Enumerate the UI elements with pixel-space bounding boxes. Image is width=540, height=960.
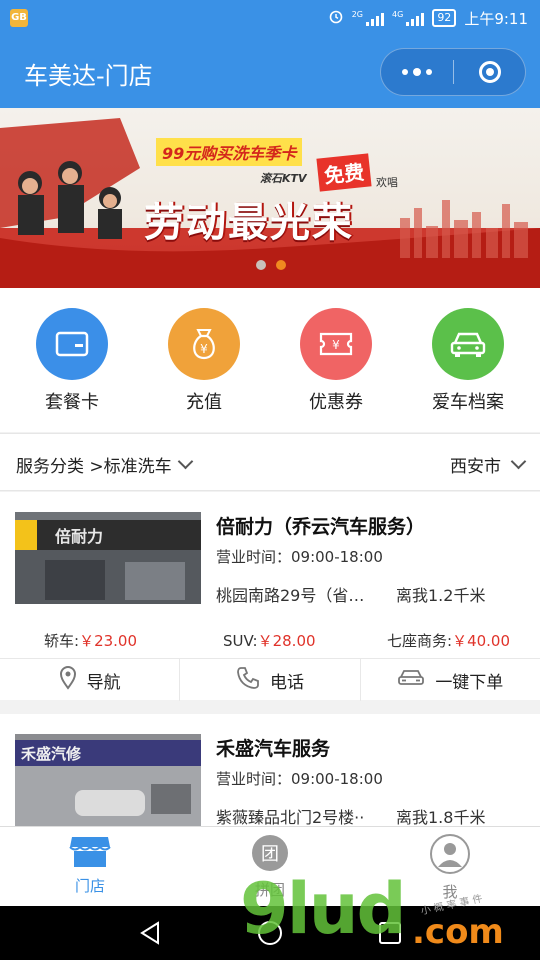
store-name: 倍耐力（乔云汽车服务） [216, 516, 426, 538]
more-dot-icon [402, 69, 408, 75]
banner-ktv-text: 滚石KTV [260, 172, 307, 185]
banner-sing-text: 欢唱 [376, 176, 398, 189]
pagination-dot[interactable] [256, 260, 266, 270]
storefront-icon [69, 837, 111, 873]
promo-banner[interactable]: 99元购买洗车季卡 滚石KTV 免费 欢唱 劳动最光荣 [0, 108, 540, 288]
quick-action-package-card[interactable]: 套餐卡 [17, 308, 127, 414]
back-icon[interactable] [138, 920, 162, 950]
price-value: ￥28.00 [257, 632, 316, 650]
title-bar: 车美达-门店 [0, 36, 540, 108]
user-icon [429, 834, 471, 879]
store-address: 紫薇臻品北门2号楼·· [216, 808, 365, 826]
store-name: 禾盛汽车服务 [216, 738, 331, 760]
price-label: SUV: [223, 632, 258, 650]
store-distance: 离我1.2千米 [396, 586, 486, 605]
store-distance: 离我1.8千米 [396, 808, 486, 826]
price-value: ￥40.00 [452, 632, 511, 650]
quick-action-coupon[interactable]: ¥ 优惠券 [281, 308, 391, 414]
price-label: 七座商务: [387, 632, 453, 650]
filter-bar: 服务分类 >标准洗车 西安市 [0, 433, 540, 491]
city-dropdown[interactable]: 西安市 [450, 452, 527, 477]
phone-button[interactable]: 电话 [180, 659, 361, 701]
chevron-down-icon [177, 453, 193, 470]
price-label: 轿车: [44, 632, 80, 650]
price-suv: SUV:￥28.00 [223, 630, 316, 651]
more-options-button[interactable] [381, 68, 453, 76]
quick-order-button[interactable]: 一键下单 [361, 659, 540, 701]
svg-text:团: 团 [261, 844, 279, 865]
location-pin-icon [59, 665, 77, 695]
tab-me[interactable]: 我 [405, 833, 495, 902]
banner-promo-text: 99元购买洗车季卡 [156, 138, 303, 166]
coupon-icon: ¥ [300, 308, 372, 380]
tab-label: 门店 [74, 877, 105, 895]
price-value: ￥23.00 [79, 632, 138, 650]
store-hours: 营业时间：09:00-18:00 [216, 548, 383, 566]
svg-text:¥: ¥ [200, 342, 208, 356]
quick-action-label: 套餐卡 [45, 392, 99, 413]
more-dot-icon [413, 68, 421, 76]
banner-slogan: 劳动最光荣 [144, 200, 354, 246]
close-mini-program-button[interactable] [454, 61, 525, 83]
quick-action-label: 优惠券 [309, 392, 363, 413]
car-icon [432, 308, 504, 380]
svg-text:禾盛汽修: 禾盛汽修 [21, 745, 82, 763]
watermark-logo: 9lud [240, 868, 407, 950]
card-icon [36, 308, 108, 380]
car-outline-icon [397, 668, 425, 693]
more-dot-icon [426, 69, 432, 75]
quick-action-label: 充值 [186, 392, 222, 413]
mini-program-capsule [380, 48, 526, 96]
city-label: 西安市 [450, 457, 501, 477]
status-bar: GB 2G 4G 92 上午9:11 [0, 0, 540, 36]
tab-stores[interactable]: 门店 [45, 833, 135, 896]
store-actions: 导航 电话 一键下单 [0, 658, 540, 701]
pagination-dot-active[interactable] [276, 260, 286, 270]
banner-free-badge: 免费 [316, 153, 372, 192]
store-hours: 营业时间：09:00-18:00 [216, 770, 383, 788]
phone-label: 电话 [269, 672, 304, 693]
clock: 上午9:11 [464, 9, 528, 28]
quick-action-recharge[interactable]: ¥ 充值 [149, 308, 259, 414]
alarm-icon [328, 8, 344, 28]
quick-actions: 套餐卡 ¥ 充值 ¥ 优惠券 爱车档案 [0, 288, 540, 432]
money-bag-icon: ¥ [168, 308, 240, 380]
service-category-label: 服务分类 >标准洗车 [16, 457, 172, 477]
price-row: 轿车:￥23.00 SUV:￥28.00 七座商务:￥40.00 [0, 630, 540, 652]
page-title: 车美达-门店 [24, 62, 153, 90]
navigate-button[interactable]: 导航 [0, 659, 181, 701]
store-card[interactable]: 倍耐力 倍耐力（乔云汽车服务） 营业时间：09:00-18:00 桃园南路29号… [0, 492, 540, 701]
store-photo: 倍耐力 [15, 512, 201, 604]
store-address: 桃园南路29号（省… [216, 586, 365, 605]
app-notification-icon: GB [10, 9, 28, 27]
svg-text:倍耐力: 倍耐力 [55, 527, 103, 546]
svg-text:¥: ¥ [332, 338, 340, 352]
watermark-domain: .com [412, 912, 504, 952]
store-photo: 禾盛汽修 [15, 734, 201, 826]
quick-order-label: 一键下单 [435, 672, 504, 693]
store-card[interactable]: 禾盛汽修 禾盛汽车服务 营业时间：09:00-18:00 紫薇臻品北门2号楼··… [0, 714, 540, 826]
quick-action-car-profile[interactable]: 爱车档案 [413, 308, 523, 414]
battery-indicator: 92 [432, 9, 457, 27]
service-category-dropdown[interactable]: 服务分类 >标准洗车 [16, 452, 193, 477]
quick-action-label: 爱车档案 [432, 392, 504, 413]
chevron-down-icon [510, 453, 527, 470]
price-mpv: 七座商务:￥40.00 [387, 630, 510, 651]
price-sedan: 轿车:￥23.00 [44, 630, 137, 651]
phone-icon [236, 666, 260, 695]
target-close-icon [478, 61, 501, 83]
signal-2g-icon: 2G [352, 10, 385, 26]
signal-4g-icon: 4G [392, 10, 425, 26]
navigate-label: 导航 [86, 672, 121, 693]
banner-pagination [256, 260, 286, 270]
